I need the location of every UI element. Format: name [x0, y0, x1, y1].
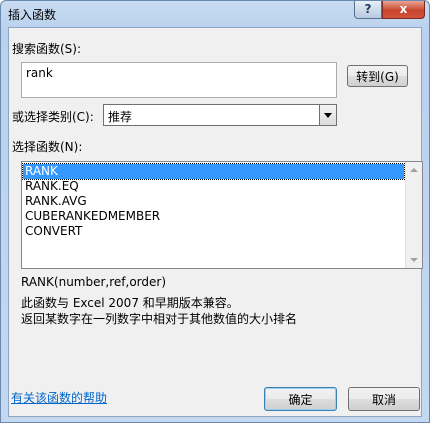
function-signature: RANK(number,ref,order): [21, 275, 167, 289]
search-label: 搜索函数(S):: [12, 42, 82, 56]
function-help-link[interactable]: 有关该函数的帮助: [11, 389, 107, 406]
title-bar: 插入函数 ? x: [1, 1, 429, 27]
help-button[interactable]: ?: [354, 1, 382, 19]
chevron-down-icon[interactable]: [319, 105, 336, 125]
list-item-rank[interactable]: RANK: [22, 163, 405, 180]
function-list-items: RANK RANK.EQ RANK.AVG CUBERANKEDMEMBER C…: [22, 163, 405, 239]
insert-function-dialog: 插入函数 ? x 搜索函数(S): rank 转到(G) 或选择类别(C): 推…: [0, 0, 430, 423]
function-list-scrollbar[interactable]: [405, 162, 422, 268]
search-input[interactable]: rank: [21, 62, 337, 98]
function-description: 返回某数字在一列数字中相对于其他数值的大小排名: [21, 312, 298, 326]
close-button[interactable]: x: [382, 1, 425, 19]
dialog-body: 搜索函数(S): rank 转到(G) 或选择类别(C): 推荐 选择函数(N)…: [8, 27, 423, 417]
function-compatibility-note: 此函数与 Excel 2007 和早期版本兼容。: [21, 296, 239, 310]
category-selected-value: 推荐: [108, 110, 133, 124]
function-list[interactable]: RANK RANK.EQ RANK.AVG CUBERANKEDMEMBER C…: [21, 161, 423, 269]
list-item-convert[interactable]: CONVERT: [23, 224, 404, 239]
category-select[interactable]: 推荐: [103, 104, 337, 126]
ok-button[interactable]: 确定: [264, 387, 337, 411]
dialog-title: 插入函数: [8, 8, 57, 22]
scroll-up-icon[interactable]: [410, 168, 418, 172]
category-label: 或选择类别(C):: [12, 110, 94, 124]
scroll-down-icon[interactable]: [410, 258, 418, 262]
function-list-label: 选择函数(N):: [12, 140, 83, 154]
list-item-rank-avg[interactable]: RANK.AVG: [23, 194, 404, 209]
list-item-cuberankedmember[interactable]: CUBERANKEDMEMBER: [23, 209, 404, 224]
go-button[interactable]: 转到(G): [347, 65, 408, 87]
list-item-rank-eq[interactable]: RANK.EQ: [23, 179, 404, 194]
cancel-button[interactable]: 取消: [348, 387, 420, 411]
